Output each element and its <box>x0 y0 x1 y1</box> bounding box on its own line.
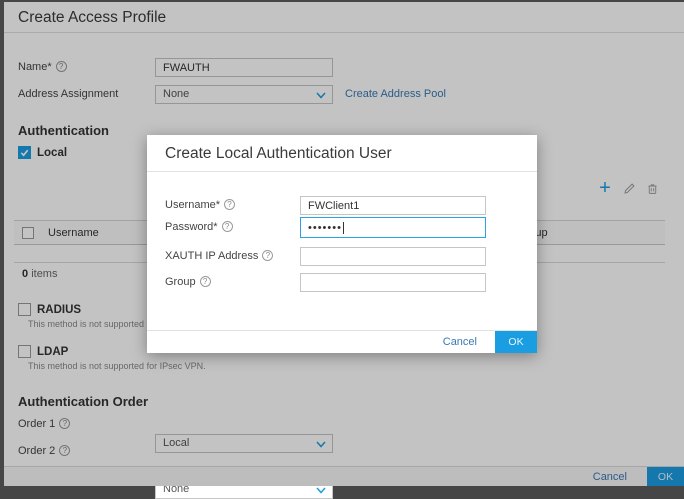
dialog-title-divider <box>147 171 537 172</box>
password-input[interactable]: ••••••• <box>300 217 486 238</box>
create-local-auth-user-dialog: Create Local Authentication User Usernam… <box>147 135 537 353</box>
dialog-title: Create Local Authentication User <box>165 145 392 163</box>
help-icon[interactable]: ? <box>224 199 235 210</box>
dialog-ok-button[interactable]: OK <box>495 331 537 353</box>
help-icon[interactable]: ? <box>262 250 273 261</box>
xauth-ip-label: XAUTH IP Address? <box>165 247 273 266</box>
group-input[interactable] <box>300 273 486 292</box>
username-label: Username*? <box>165 196 235 215</box>
username-input[interactable] <box>300 196 486 215</box>
help-icon[interactable]: ? <box>222 221 233 232</box>
dialog-footer: Cancel OK <box>147 330 537 353</box>
password-masked-value: ••••••• <box>308 222 342 234</box>
chevron-down-icon <box>316 487 326 494</box>
password-label: Password*? <box>165 218 233 237</box>
xauth-ip-input[interactable] <box>300 247 486 266</box>
dialog-cancel-button[interactable]: Cancel <box>443 336 477 348</box>
text-cursor <box>343 222 344 234</box>
group-label: Group? <box>165 273 211 292</box>
help-icon[interactable]: ? <box>200 276 211 287</box>
